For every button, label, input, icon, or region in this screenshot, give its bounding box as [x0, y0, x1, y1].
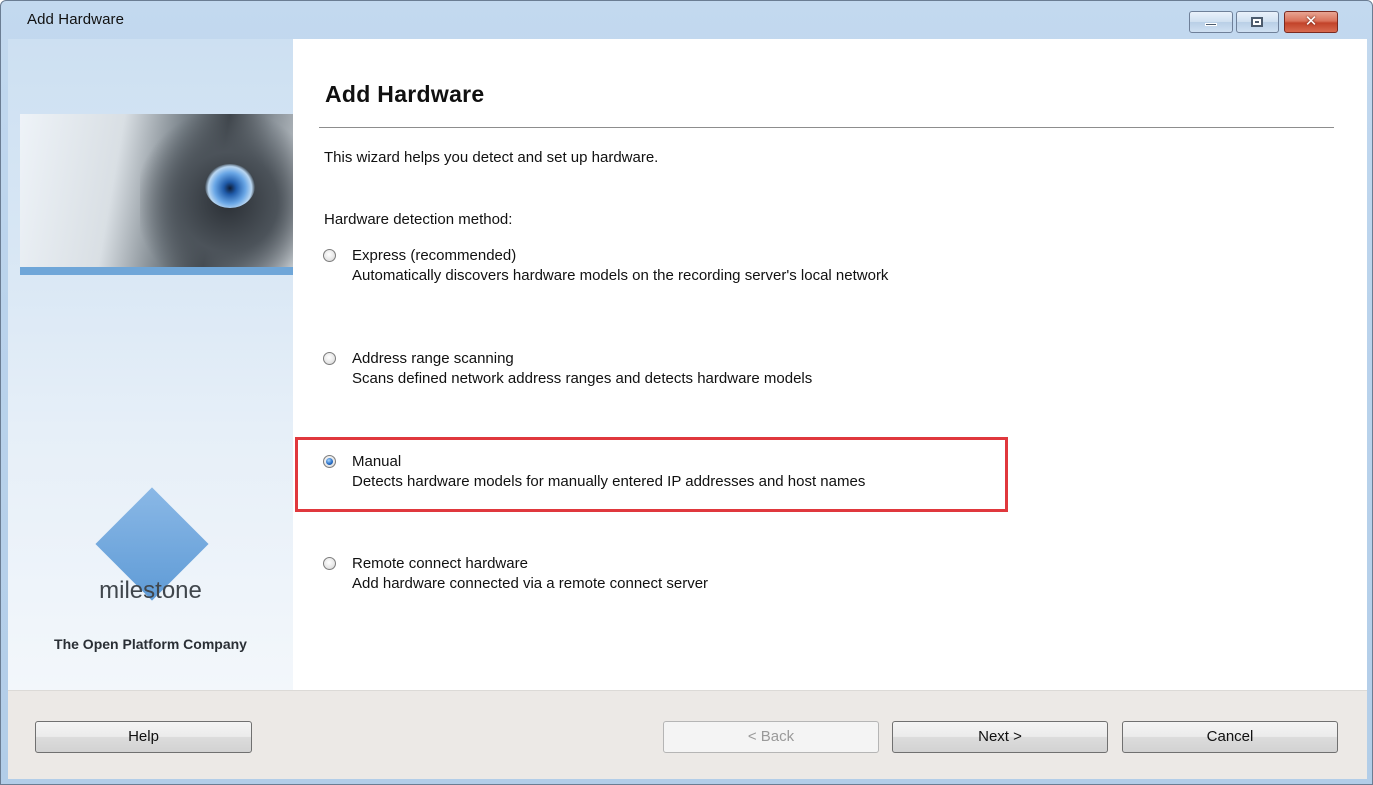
- maximize-icon: [1251, 17, 1263, 27]
- window-title: Add Hardware: [27, 11, 125, 28]
- banner-accent-strip: [20, 267, 293, 275]
- wizard-client-area: milestone The Open Platform Company Add …: [8, 39, 1367, 779]
- back-button[interactable]: < Back: [663, 721, 879, 753]
- option-title: Manual: [352, 453, 402, 470]
- remote-connect-radio[interactable]: [323, 557, 336, 570]
- option-description: Scans defined network address ranges and…: [352, 370, 813, 387]
- title-bar[interactable]: Add Hardware ✕: [1, 1, 1372, 39]
- option-description: Add hardware connected via a remote conn…: [352, 575, 709, 592]
- option-description: Detects hardware models for manually ent…: [352, 473, 866, 490]
- cancel-button[interactable]: Cancel: [1122, 721, 1338, 753]
- intro-text: This wizard helps you detect and set up …: [324, 149, 659, 166]
- help-button[interactable]: Help: [35, 721, 252, 753]
- address-range-radio[interactable]: [323, 352, 336, 365]
- option-description: Automatically discovers hardware models …: [352, 267, 889, 284]
- manual-radio[interactable]: [323, 455, 336, 468]
- company-tagline: The Open Platform Company: [54, 636, 247, 652]
- option-title: Express (recommended): [352, 247, 517, 264]
- minimize-icon: [1205, 23, 1217, 26]
- title-divider: [319, 127, 1334, 128]
- minimize-button[interactable]: [1189, 11, 1233, 33]
- close-icon: ✕: [1304, 12, 1318, 30]
- close-button[interactable]: ✕: [1284, 11, 1338, 33]
- express-radio[interactable]: [323, 249, 336, 262]
- option-title: Remote connect hardware: [352, 555, 528, 572]
- maximize-button[interactable]: [1236, 11, 1279, 33]
- eye-icon: [205, 164, 255, 208]
- wizard-main-panel: Add Hardware This wizard helps you detec…: [293, 39, 1367, 690]
- wizard-button-bar: Help < Back Next > Cancel: [8, 690, 1367, 779]
- next-button[interactable]: Next >: [892, 721, 1108, 753]
- wolf-eye-banner-image: [20, 114, 293, 267]
- wizard-sidebar: milestone The Open Platform Company: [8, 39, 293, 690]
- option-title: Address range scanning: [352, 350, 514, 367]
- milestone-logo-text: milestone: [99, 577, 202, 604]
- page-title: Add Hardware: [325, 81, 485, 107]
- detection-method-label: Hardware detection method:: [324, 211, 513, 228]
- add-hardware-window: Add Hardware ✕ milestone The Open Platfo…: [0, 0, 1373, 785]
